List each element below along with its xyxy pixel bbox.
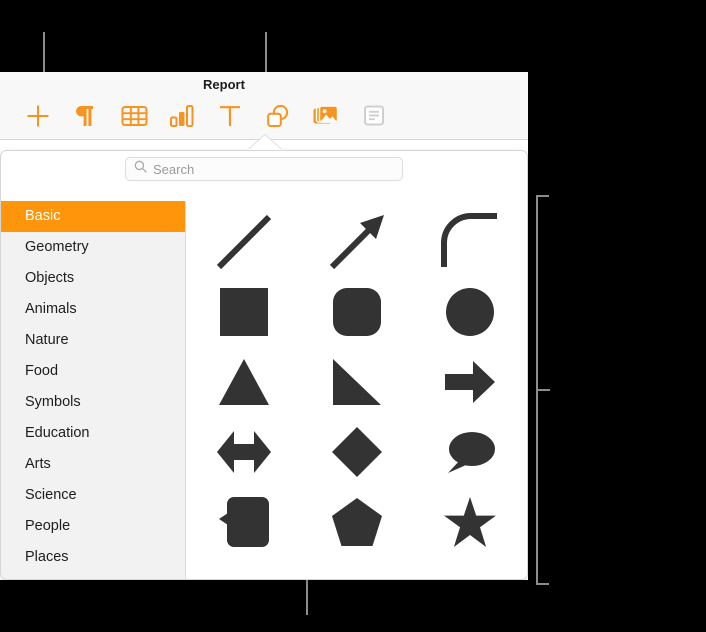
sidebar-item-geometry[interactable]: Geometry xyxy=(1,232,185,263)
leader-bracket-right-top xyxy=(536,195,549,197)
shape-item-curved-line[interactable] xyxy=(420,207,520,277)
add-icon xyxy=(25,103,51,129)
line-shape-icon xyxy=(213,211,275,273)
shape-item-diamond[interactable] xyxy=(307,417,407,487)
popover-pointer xyxy=(248,135,282,150)
curved-line-shape-icon xyxy=(439,211,501,273)
shape-item-rounded-square[interactable] xyxy=(307,277,407,347)
sidebar-item-label: Animals xyxy=(25,301,77,317)
leader-bracket-right-bottom xyxy=(536,583,549,585)
shape-icon xyxy=(264,102,292,130)
leader-bracket-right-tick xyxy=(538,389,550,391)
chart-button[interactable] xyxy=(158,98,206,134)
sidebar-item-food[interactable]: Food xyxy=(1,356,185,387)
chart-icon xyxy=(169,103,195,129)
sidebar-item-label: Geometry xyxy=(25,239,89,255)
comment-button[interactable] xyxy=(350,98,398,134)
shape-library-popover: Basic Geometry Objects Animals Nature Fo… xyxy=(0,150,528,580)
arrow-line-shape-icon xyxy=(326,211,388,273)
shape-item-star[interactable] xyxy=(420,487,520,557)
shape-item-arrow-line[interactable] xyxy=(307,207,407,277)
double-arrow-shape-icon xyxy=(216,429,271,475)
sidebar-item-label: Symbols xyxy=(25,394,81,410)
sidebar-item-education[interactable]: Education xyxy=(1,418,185,449)
shape-item-triangle[interactable] xyxy=(194,347,294,417)
sidebar-item-label: Basic xyxy=(25,208,61,224)
shape-button[interactable] xyxy=(254,98,302,134)
sidebar-item-label: Science xyxy=(25,487,77,503)
diamond-shape-icon xyxy=(331,427,382,477)
sidebar-item-activities[interactable]: Activities xyxy=(1,573,185,579)
sidebar-item-label: Nature xyxy=(25,332,69,348)
search-placeholder: Search xyxy=(153,161,195,177)
category-sidebar[interactable]: Basic Geometry Objects Animals Nature Fo… xyxy=(1,201,186,579)
sidebar-item-label: Food xyxy=(25,363,59,379)
comment-icon xyxy=(361,104,387,128)
right-triangle-shape-icon xyxy=(332,359,381,405)
sidebar-item-arts[interactable]: Arts xyxy=(1,449,185,480)
text-box-icon xyxy=(74,103,98,129)
sidebar-item-animals[interactable]: Animals xyxy=(1,294,185,325)
sidebar-item-label: Arts xyxy=(25,456,51,472)
search-icon xyxy=(134,160,147,178)
shape-item-pentagon[interactable] xyxy=(307,487,407,557)
sidebar-item-people[interactable]: People xyxy=(1,511,185,542)
sidebar-item-places[interactable]: Places xyxy=(1,542,185,573)
sidebar-item-label: Objects xyxy=(25,270,75,286)
arrow-shape-icon xyxy=(445,359,496,405)
speech-bubble-shape-icon xyxy=(445,429,496,475)
shapes-grid xyxy=(187,201,527,579)
shape-item-right-triangle[interactable] xyxy=(307,347,407,417)
media-button[interactable] xyxy=(302,98,350,134)
rounded-square-shape-icon xyxy=(332,288,381,336)
shape-item-callout[interactable] xyxy=(194,487,294,557)
star-shape-icon xyxy=(444,497,497,547)
pentagon-shape-icon xyxy=(331,498,382,546)
shape-item-line[interactable] xyxy=(194,207,294,277)
shape-item-speech-bubble[interactable] xyxy=(420,417,520,487)
sidebar-item-nature[interactable]: Nature xyxy=(1,325,185,356)
sidebar-item-label: Education xyxy=(25,425,90,441)
text-icon xyxy=(217,103,243,129)
shape-item-arrow[interactable] xyxy=(420,347,520,417)
sidebar-item-objects[interactable]: Objects xyxy=(1,263,185,294)
sidebar-item-label: Places xyxy=(25,549,69,565)
square-shape-icon xyxy=(219,288,268,336)
shape-item-circle[interactable] xyxy=(420,277,520,347)
text-button[interactable] xyxy=(206,98,254,134)
sidebar-item-symbols[interactable]: Symbols xyxy=(1,387,185,418)
sidebar-item-label: People xyxy=(25,518,71,534)
triangle-shape-icon xyxy=(218,359,269,405)
sidebar-item-basic[interactable]: Basic xyxy=(1,201,185,232)
circle-shape-icon xyxy=(446,288,495,336)
media-icon xyxy=(312,103,340,129)
toolbar: Report xyxy=(0,72,528,140)
shape-item-square[interactable] xyxy=(194,277,294,347)
toolbar-button-group xyxy=(14,98,398,134)
table-button[interactable] xyxy=(110,98,158,134)
search-input[interactable]: Search xyxy=(125,157,403,181)
document-title: Report xyxy=(203,77,245,92)
app-window: Report Basic Geometry Objects Animals Na… xyxy=(0,72,528,580)
sidebar-item-science[interactable]: Science xyxy=(1,480,185,511)
shape-item-double-arrow[interactable] xyxy=(194,417,294,487)
add-button[interactable] xyxy=(14,98,62,134)
callout-shape-icon xyxy=(218,497,269,547)
table-icon xyxy=(121,104,148,128)
text-box-button[interactable] xyxy=(62,98,110,134)
